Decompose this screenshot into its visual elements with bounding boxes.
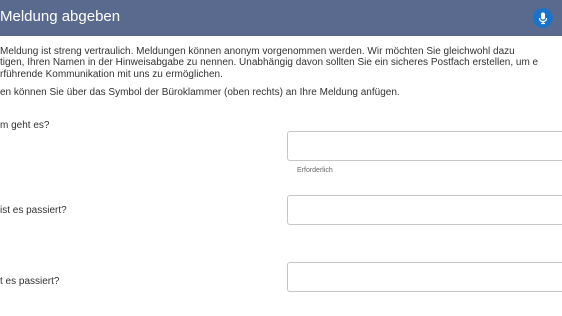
question-3-label: t es passiert? bbox=[0, 276, 60, 287]
question-2-input[interactable] bbox=[287, 195, 562, 225]
required-hint: Erforderlich bbox=[297, 167, 333, 174]
attachment-info: en können Sie über das Symbol der Bürokl… bbox=[0, 87, 400, 98]
microphone-icon bbox=[538, 12, 548, 25]
question-3-input[interactable] bbox=[287, 262, 562, 292]
question-2-label: ist es passiert? bbox=[0, 205, 67, 216]
intro-line-2: tigen, Ihren Namen in der Hinweisabgabe … bbox=[0, 57, 539, 68]
header-bar: Meldung abgeben bbox=[0, 0, 562, 36]
question-1-input[interactable] bbox=[287, 131, 562, 161]
intro-line-3: rführende Kommunikation mit uns zu ermög… bbox=[0, 69, 223, 80]
microphone-button[interactable] bbox=[533, 8, 553, 28]
question-1-label: m geht es? bbox=[0, 120, 50, 131]
page-title: Meldung abgeben bbox=[0, 8, 121, 25]
